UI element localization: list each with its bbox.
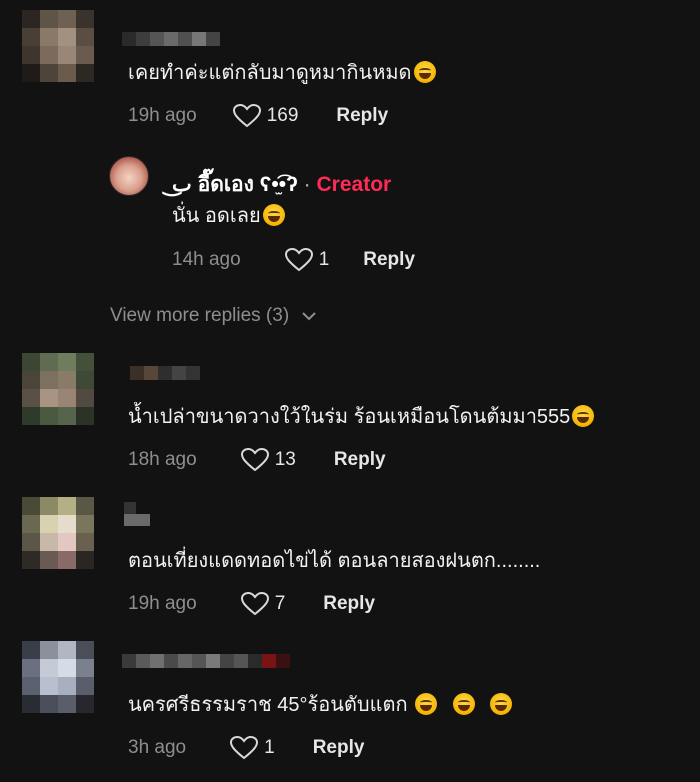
like-count: 169 [266, 105, 299, 126]
tears-of-joy-emoji-icon [415, 693, 438, 715]
username[interactable] [124, 502, 150, 530]
like-count: 7 [274, 593, 286, 614]
reply-button[interactable]: Reply [334, 449, 386, 471]
creator-badge: Creator [316, 173, 392, 196]
avatar[interactable] [22, 353, 94, 425]
comment-text: น้ำเปล่าขนาดวางใว้ในร่ม ร้อนเหมือนโดนต้ม… [128, 404, 595, 430]
comment-text: นครศรีธรรมราช 45°ร้อนตับแตก [128, 692, 513, 718]
comment-actions: 3h ago 1 Reply [128, 736, 364, 760]
comment-actions: 18h ago 13 Reply [128, 448, 386, 472]
comment-actions: 19h ago 7 Reply [128, 592, 375, 616]
reply-text: นั่น อดเลย [172, 203, 285, 229]
like-button[interactable]: 1 [284, 248, 330, 272]
heart-outline-icon [230, 736, 259, 760]
reply-button[interactable]: Reply [363, 249, 415, 271]
reply-button[interactable]: Reply [336, 105, 388, 127]
tears-of-joy-emoji-icon [452, 693, 475, 715]
creator-avatar[interactable] [109, 156, 149, 196]
comment-text: ตอนเที่ยงแดดทอดไข่ได้ ตอนลายสองฝนตก.....… [128, 550, 541, 572]
like-button[interactable]: 1 [230, 736, 275, 760]
grinning-sweat-emoji-icon [262, 204, 285, 226]
heart-outline-icon [284, 248, 313, 272]
chevron-down-icon [302, 312, 316, 321]
like-button[interactable]: 7 [240, 592, 286, 616]
avatar[interactable] [22, 10, 94, 82]
reply-button[interactable]: Reply [313, 737, 365, 759]
like-count: 1 [264, 737, 275, 758]
avatar[interactable] [22, 497, 94, 569]
username[interactable] [130, 366, 200, 380]
heart-outline-icon [240, 592, 269, 616]
comment-time: 19h ago [128, 593, 197, 614]
like-button[interactable]: 13 [240, 448, 296, 472]
view-more-replies-button[interactable]: View more replies (3) [110, 305, 317, 327]
like-button[interactable]: 169 [232, 104, 299, 128]
comment-text: เคยทำค่ะแต่กลับมาดูหมากินหมด [128, 60, 436, 86]
comment-time: 19h ago [128, 105, 197, 126]
like-count: 13 [274, 449, 296, 470]
comment-actions: 19h ago 169 Reply [128, 104, 388, 128]
avatar[interactable] [22, 641, 94, 713]
reply-button[interactable]: Reply [323, 593, 375, 615]
comment-time: 3h ago [128, 737, 187, 758]
separator-dot: · [303, 173, 311, 196]
tears-of-joy-emoji-icon [413, 61, 436, 83]
comment-time: 18h ago [128, 449, 197, 470]
username[interactable] [122, 654, 290, 668]
heart-outline-icon [232, 104, 261, 128]
like-count: 1 [318, 249, 330, 270]
view-more-label: View more replies (3) [110, 305, 290, 326]
reply-time: 14h ago [172, 249, 241, 270]
tears-of-joy-emoji-icon [572, 405, 595, 427]
creator-username[interactable]: ٮ͜ อี๊ดเอง ʕ•̫͡•ʔ · Creator [172, 168, 391, 201]
tears-of-joy-emoji-icon [490, 693, 513, 715]
heart-outline-icon [240, 448, 269, 472]
reply-actions: 14h ago 1 Reply [172, 248, 415, 272]
username[interactable] [122, 32, 220, 46]
